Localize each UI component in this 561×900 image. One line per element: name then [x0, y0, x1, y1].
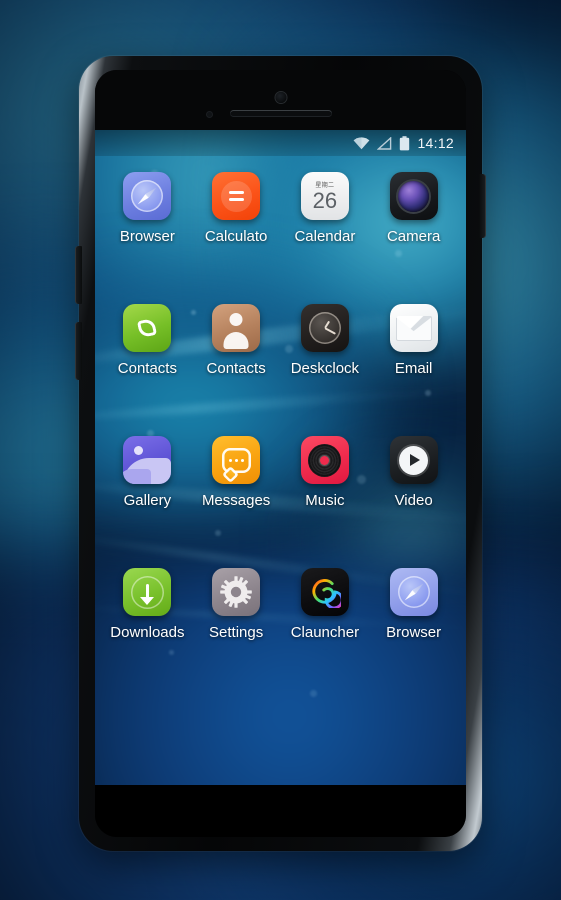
app-icon-calendar[interactable]: 星期二 26 Calendar	[281, 172, 370, 304]
play-circle	[399, 445, 429, 475]
gear-glyph	[220, 576, 252, 608]
signal-triangle-icon	[377, 136, 392, 150]
calculator-equals-icon	[212, 172, 261, 220]
bubble-dot	[228, 458, 232, 462]
volume-up-button[interactable]	[75, 246, 82, 304]
rainbow-spiral-icon	[300, 568, 349, 616]
spiral-glyph	[312, 579, 341, 608]
app-label: Deskclock	[290, 360, 360, 377]
bubble-dot	[234, 458, 238, 462]
browser-compass-icon	[123, 172, 172, 220]
app-icon-deskclock[interactable]: Deskclock	[281, 304, 370, 436]
app-icon-camera[interactable]: Camera	[369, 172, 458, 304]
download-arrow-icon	[123, 568, 172, 616]
app-icon-clauncher[interactable]: Clauncher	[281, 568, 370, 700]
envelope-body	[395, 315, 432, 341]
play-triangle	[410, 454, 421, 466]
app-icon-browser[interactable]: Browser	[103, 172, 192, 304]
gallery-sun	[134, 446, 144, 455]
app-label: Gallery	[123, 492, 172, 509]
envelope-icon	[389, 304, 438, 352]
vinyl-record-icon	[300, 436, 349, 484]
app-label: Browser	[119, 228, 175, 245]
proximity-sensor-icon	[207, 112, 212, 117]
bubble-shape	[222, 448, 251, 473]
equals-bar	[228, 198, 244, 201]
top-bezel	[95, 70, 466, 130]
handset-shape	[137, 318, 157, 338]
volume-down-button[interactable]	[75, 322, 82, 380]
app-icon-video[interactable]: Video	[369, 436, 458, 568]
analog-clock-icon	[300, 304, 349, 352]
camera-lens-icon	[389, 172, 438, 220]
calendar-date-icon: 星期二 26	[300, 172, 349, 220]
phone-screen: 14:12 Browser Calculato 星期二 26 Calendar …	[95, 70, 466, 837]
app-label: Video	[394, 492, 433, 509]
calendar-day: 26	[312, 188, 338, 213]
bubble-dot	[240, 458, 244, 462]
app-grid: Browser Calculato 星期二 26 Calendar Camera…	[95, 156, 466, 716]
wifi-icon	[353, 136, 370, 150]
app-icon-gallery[interactable]: Gallery	[103, 436, 192, 568]
play-circle-icon	[389, 436, 438, 484]
status-bar-clock: 14:12	[417, 135, 454, 151]
photo-landscape-icon	[123, 436, 172, 484]
gallery-hill-back	[123, 469, 152, 484]
battery-icon	[399, 135, 410, 151]
app-icon-settings[interactable]: Settings	[192, 568, 281, 700]
app-icon-contacts[interactable]: Contacts	[192, 304, 281, 436]
power-button[interactable]	[479, 174, 486, 238]
phone-device: 14:12 Browser Calculato 星期二 26 Calendar …	[75, 56, 486, 851]
person-avatar-icon	[212, 304, 261, 352]
earpiece-speaker	[229, 110, 332, 117]
browser-compass-icon	[389, 568, 438, 616]
download-circle	[131, 576, 164, 609]
gear-icon	[212, 568, 261, 616]
equals-circle	[220, 180, 252, 212]
equals-bar	[228, 191, 244, 194]
arrow-head	[140, 596, 155, 605]
chat-bubble-icon	[212, 436, 261, 484]
app-label: Downloads	[110, 624, 185, 641]
app-label: Calculato	[204, 228, 268, 245]
status-bar: 14:12	[95, 130, 466, 156]
app-icon-calculator[interactable]: Calculato	[192, 172, 281, 304]
app-label: Contacts	[117, 360, 177, 377]
vinyl-center	[320, 455, 330, 465]
app-icon-messages[interactable]: Messages	[192, 436, 281, 568]
app-label: Settings	[209, 624, 264, 641]
app-icon-browser-2[interactable]: Browser	[369, 568, 458, 700]
avatar-head	[229, 313, 243, 326]
app-icon-email[interactable]: Email	[369, 304, 458, 436]
app-label: Calendar	[294, 228, 356, 245]
app-label: Camera	[386, 228, 441, 245]
app-label: Messages	[201, 492, 271, 509]
app-label: Music	[305, 492, 345, 509]
app-label: Contacts	[206, 360, 266, 377]
lens-glass	[398, 180, 430, 212]
app-icon-music[interactable]: Music	[281, 436, 370, 568]
app-label: Browser	[386, 624, 442, 641]
avatar-body	[223, 332, 249, 349]
clock-minute-hand	[324, 327, 336, 335]
bottom-bezel	[95, 785, 466, 837]
app-icon-downloads[interactable]: Downloads	[103, 568, 192, 700]
app-label: Email	[394, 360, 433, 377]
vinyl-disc	[308, 443, 342, 477]
front-camera-icon	[275, 92, 286, 103]
app-label: Clauncher	[290, 624, 360, 641]
app-icon-contacts-dialer[interactable]: Contacts	[103, 304, 192, 436]
phone-handset-icon	[123, 304, 172, 352]
clock-face	[308, 312, 341, 344]
